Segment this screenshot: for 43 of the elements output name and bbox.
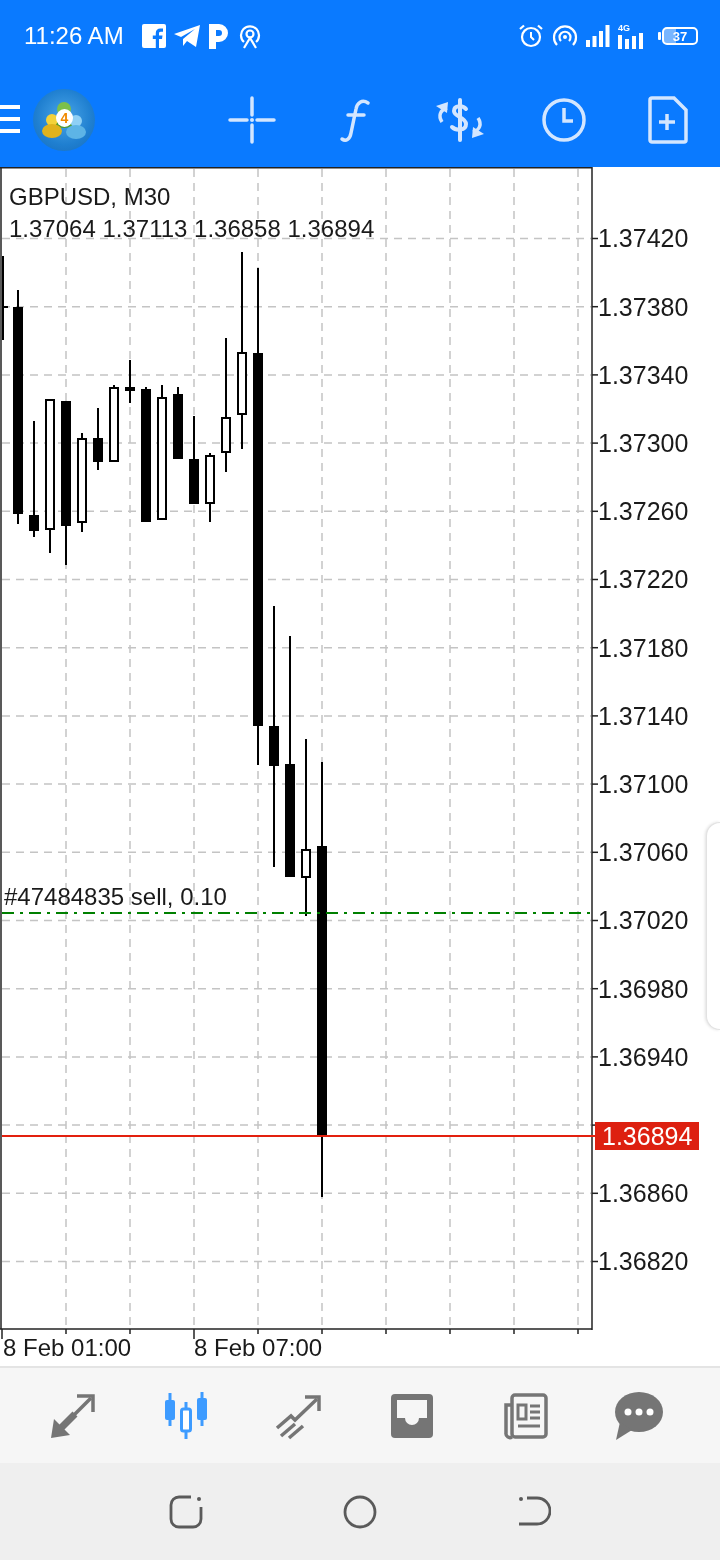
crosshair-icon[interactable] [228, 95, 276, 144]
status-time: 11:26 AM [24, 22, 124, 50]
price-label: 1.37420 [598, 223, 689, 254]
f-logo-icon [141, 24, 166, 48]
price-label: 1.37260 [598, 496, 689, 527]
price-label: 1.37300 [598, 428, 689, 459]
alarm-icon [518, 24, 544, 48]
price-label: 1.37140 [598, 700, 689, 731]
candlestick [93, 407, 103, 471]
candlestick [125, 359, 135, 404]
paper-plane-icon [173, 25, 200, 47]
price-label: 1.36860 [598, 1178, 689, 1209]
broadcast-icon [237, 23, 262, 49]
recents-icon[interactable] [169, 1494, 203, 1529]
symbol-timeframe: GBPUSD, M30 [9, 182, 171, 212]
current-price-tag: 1.36894 [595, 1121, 700, 1150]
price-label: 1.37380 [598, 291, 689, 322]
time-label: 8 Feb 01:00 [3, 1333, 132, 1361]
p-logo-icon [207, 23, 230, 49]
hotspot-icon [552, 24, 578, 48]
network-type: 4G [618, 23, 630, 33]
menu-icon[interactable] [0, 104, 20, 133]
price-label: 1.37060 [598, 837, 689, 868]
order-label: #47484835 sell, 0.10 [4, 882, 227, 912]
home-icon[interactable] [343, 1494, 377, 1529]
price-label: 1.36820 [598, 1246, 689, 1277]
ohlc-values: 1.37064 1.37113 1.36858 1.36894 [9, 214, 375, 244]
price-label: 1.37220 [598, 564, 689, 595]
clock-icon[interactable] [540, 95, 588, 144]
battery-indicator: 37 [658, 27, 698, 45]
add-document-icon[interactable] [648, 95, 688, 144]
candlestick [205, 452, 215, 523]
price-label: 1.36980 [598, 973, 689, 1004]
price-label: 1.37340 [598, 359, 689, 390]
price-label: 1.37180 [598, 632, 689, 663]
price-label: 1.36940 [598, 1041, 689, 1072]
price-label: 1.37100 [598, 769, 689, 799]
signal-icon [586, 25, 610, 47]
time-label: 8 Feb 07:00 [194, 1333, 323, 1361]
drawer-handle[interactable] [706, 822, 720, 1030]
price-label: 1.37020 [598, 905, 689, 936]
signal-icon [618, 32, 644, 49]
app-logo-button[interactable]: 4 [33, 88, 95, 151]
